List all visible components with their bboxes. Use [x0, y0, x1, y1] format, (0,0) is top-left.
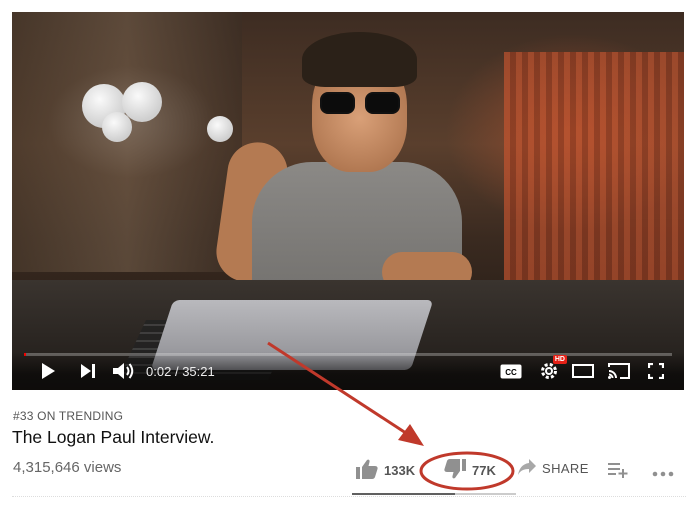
share-button[interactable]: SHARE: [518, 459, 589, 478]
settings-gear-icon[interactable]: HD: [538, 355, 567, 382]
miniplayer-icon[interactable]: [572, 363, 594, 379]
share-label: SHARE: [542, 461, 589, 476]
share-arrow-icon: [518, 459, 536, 478]
sentiment-bar: [352, 493, 516, 495]
time-current: 0:02: [146, 364, 172, 379]
sentiment-fill: [352, 493, 456, 495]
more-dots-icon: [652, 465, 674, 480]
time-total: 35:21: [182, 364, 215, 379]
cast-icon[interactable]: [608, 362, 630, 380]
dislike-button[interactable]: 77K: [444, 459, 496, 482]
more-actions-button[interactable]: [652, 465, 674, 480]
time-separator: /: [174, 364, 179, 379]
divider: [12, 496, 686, 497]
next-icon[interactable]: [78, 361, 98, 381]
action-bar: 133K 77K SHARE: [354, 459, 694, 483]
like-count: 133K: [384, 463, 416, 478]
svg-text:CC: CC: [505, 368, 517, 377]
hd-badge: HD: [552, 355, 567, 364]
trending-label[interactable]: #33 ON TRENDING: [13, 409, 123, 423]
video-player[interactable]: 0:02 / 35:21 CC HD: [12, 12, 684, 390]
play-icon[interactable]: [38, 361, 58, 381]
volume-icon[interactable]: [112, 361, 136, 381]
fullscreen-icon[interactable]: [646, 362, 666, 380]
video-title: The Logan Paul Interview.: [12, 427, 215, 447]
like-button[interactable]: 133K: [356, 459, 415, 482]
captions-icon[interactable]: CC: [500, 363, 522, 379]
thumbs-up-icon: [356, 459, 378, 482]
player-controls: 0:02 / 35:21 CC HD: [12, 352, 684, 390]
thumbs-down-icon: [444, 459, 466, 482]
dislike-count: 77K: [472, 463, 496, 478]
view-count: 4,315,646 views: [13, 459, 122, 476]
time-display: 0:02 / 35:21: [146, 364, 215, 379]
playlist-add-icon: [608, 462, 628, 481]
add-to-playlist-button[interactable]: [608, 462, 628, 481]
video-frame: [12, 12, 684, 390]
annotation-arrow-head: [398, 424, 424, 446]
